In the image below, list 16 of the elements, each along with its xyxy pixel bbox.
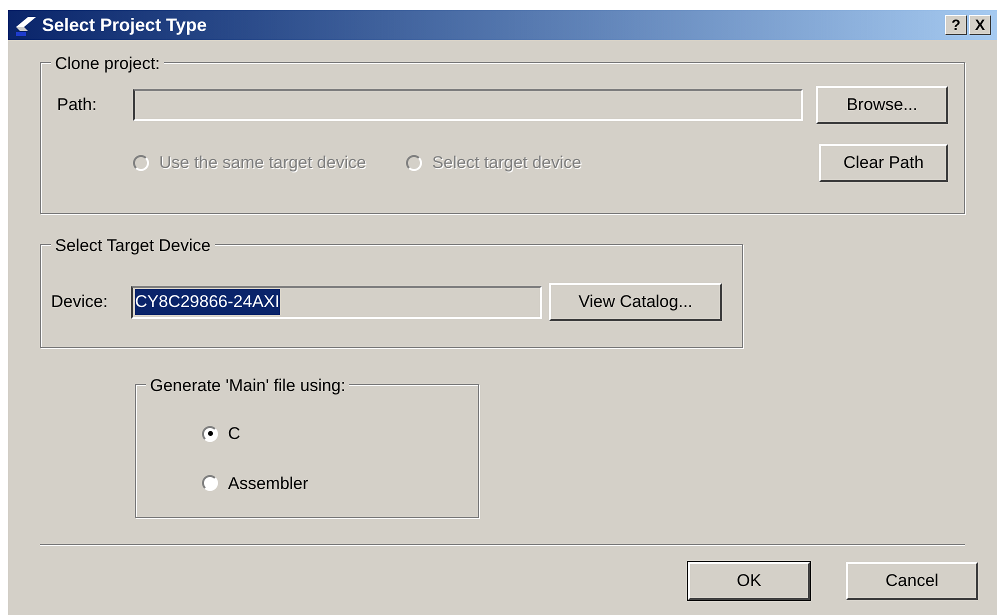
radio-label: Select target device (432, 152, 582, 174)
close-button[interactable]: X (969, 15, 991, 35)
device-value: CY8C29866-24AXI (135, 289, 280, 315)
dialog-button[interactable]: OK (688, 562, 810, 600)
radio-label: Assembler (228, 472, 308, 494)
device-label: Device: (51, 291, 109, 314)
radio-label: Use the same target device (159, 152, 366, 174)
radio-label: C (228, 423, 240, 445)
help-button[interactable]: ? (945, 15, 967, 35)
window-title: Select Project Type (42, 14, 207, 37)
radio-button[interactable] (202, 426, 218, 442)
dialog-button[interactable]: View Catalog... (549, 283, 722, 321)
device-field[interactable]: CY8C29866-24AXI (131, 286, 542, 318)
radio-button[interactable] (202, 475, 218, 492)
dialog-button[interactable]: Cancel (846, 562, 978, 600)
path-label: Path: (57, 94, 98, 116)
